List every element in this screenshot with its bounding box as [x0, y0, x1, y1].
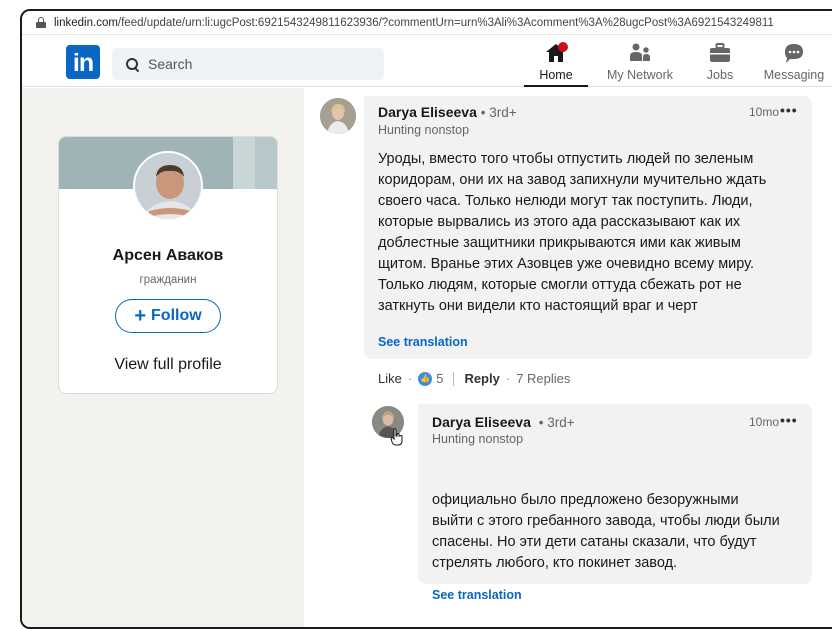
thumbs-up-icon: 👍 [418, 371, 433, 386]
see-translation-link[interactable]: See translation [378, 335, 468, 349]
like-button[interactable]: Like [378, 371, 402, 386]
comment-actions: Like · 👍 5 Reply · 7 Replies [378, 371, 571, 386]
reply-text: официально было предложено безоружными в… [432, 492, 780, 571]
nav-home[interactable]: Home [518, 39, 594, 87]
reply-more-options-icon[interactable]: ••• [780, 412, 798, 428]
reaction-count[interactable]: 5 [436, 371, 443, 386]
reply-headline: Hunting nonstop [432, 432, 524, 446]
address-bar[interactable]: linkedin.com/feed/update/urn:li:ugcPost:… [22, 11, 832, 35]
nav-my-network[interactable]: My Network [602, 39, 678, 86]
profile-headline: гражданин [139, 274, 197, 286]
search-box[interactable] [112, 48, 384, 80]
profile-name[interactable]: Арсен Аваков [59, 247, 277, 265]
view-full-profile-link[interactable]: View full profile [59, 356, 277, 374]
lock-icon [36, 17, 46, 28]
reply-button[interactable]: Reply [464, 371, 499, 386]
comment-headline: Hunting nonstop [378, 123, 470, 137]
comment-time: 10mo [749, 105, 780, 119]
home-icon [546, 42, 568, 62]
linkedin-logo[interactable]: in [66, 45, 100, 79]
messaging-icon [785, 44, 803, 63]
search-input[interactable] [148, 56, 348, 72]
comment-text: Уроды, вместо того чтобы отпустить людей… [378, 151, 767, 314]
reply-author[interactable]: Darya Eliseeva • 3rd+ [432, 414, 575, 430]
comment-author[interactable]: Darya Eliseeva • 3rd+ [378, 104, 517, 120]
url-text[interactable]: linkedin.com/feed/update/urn:li:ugcPost:… [54, 17, 774, 29]
comments-feed: Darya Eliseeva • 3rd+ Hunting nonstop 10… [304, 88, 832, 627]
hand-cursor-icon [390, 428, 403, 446]
reply-see-translation-link[interactable]: See translation [432, 588, 522, 602]
browser-window: linkedin.com/feed/update/urn:li:ugcPost:… [20, 9, 832, 629]
reply-time: 10mo [749, 415, 780, 429]
profile-card: Арсен Аваков гражданин + Follow View ful… [58, 136, 278, 394]
network-icon [630, 43, 650, 61]
commenter-avatar[interactable] [320, 98, 356, 134]
top-navigation: in Home My Network [22, 35, 832, 87]
nav-messaging[interactable]: Messaging [756, 39, 832, 86]
follow-button[interactable]: + Follow [115, 299, 221, 333]
page-body: Арсен Аваков гражданин + Follow View ful… [22, 88, 832, 627]
profile-avatar[interactable] [133, 151, 203, 221]
briefcase-icon [710, 43, 730, 62]
more-options-icon[interactable]: ••• [780, 102, 798, 118]
nav-jobs[interactable]: Jobs [682, 39, 758, 86]
replies-count[interactable]: 7 Replies [516, 371, 570, 386]
search-icon [126, 58, 138, 70]
plus-icon: + [134, 305, 147, 327]
